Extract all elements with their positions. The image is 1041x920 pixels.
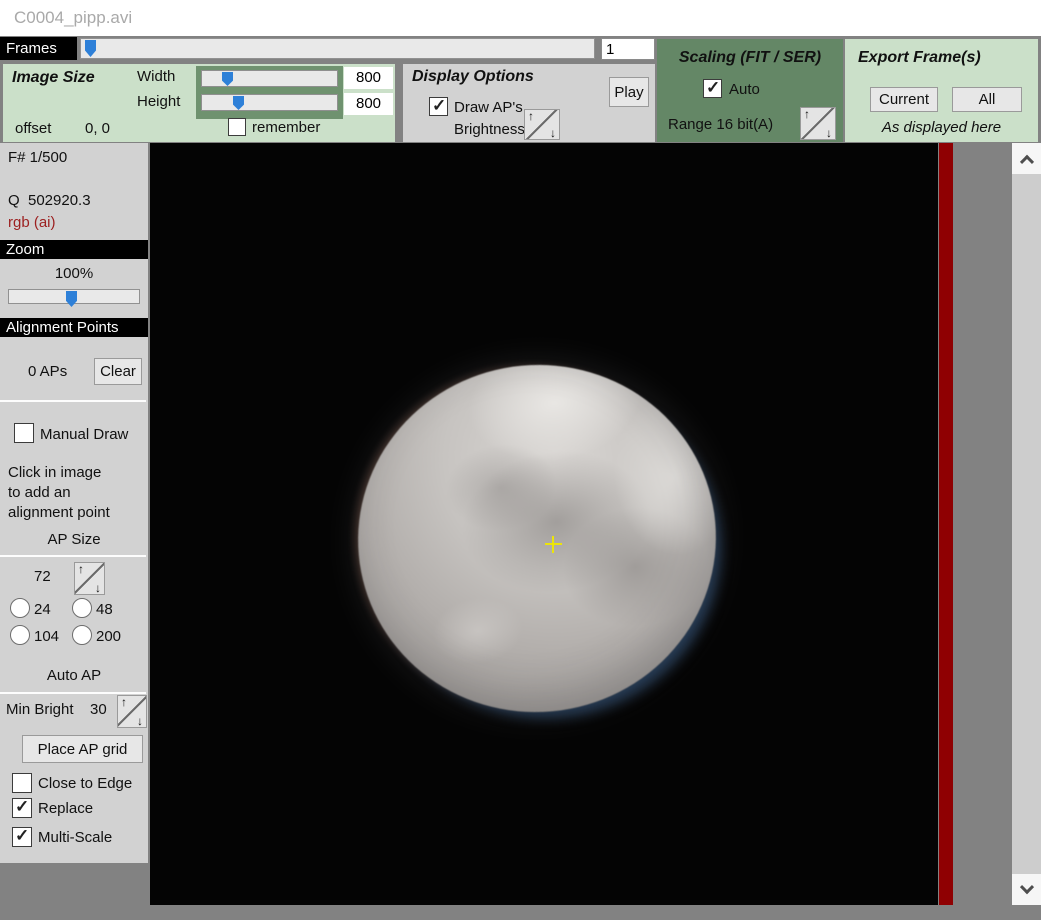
manual-draw-label: Manual Draw (40, 426, 128, 443)
offset-label: offset (15, 120, 51, 137)
brightness-spinner[interactable]: ↑ ↓ (524, 109, 560, 140)
hint-line-3: alignment point (8, 504, 110, 521)
crosshair-icon (552, 536, 554, 553)
ap-size-spinner[interactable]: ↑ ↓ (74, 562, 105, 595)
scroll-up-button[interactable] (1012, 143, 1041, 174)
vertical-scrollbar[interactable] (1012, 143, 1041, 905)
min-bright-value: 30 (90, 701, 107, 718)
sidebar: F# 1/500 Q 502920.3 rgb (ai) Zoom 100% A… (0, 143, 148, 863)
image-size-title: Image Size (12, 69, 95, 87)
size-slider-well (196, 66, 343, 119)
window-title: C0004_pipp.avi (14, 8, 132, 28)
spinner-up-icon[interactable]: ↑ (121, 695, 127, 709)
height-value[interactable]: 800 (344, 93, 393, 115)
frames-slider[interactable] (80, 38, 595, 59)
spinner-down-icon[interactable]: ↓ (826, 126, 832, 140)
divider (0, 555, 146, 557)
height-slider[interactable] (201, 94, 338, 111)
height-label: Height (137, 93, 180, 110)
multi-scale-label: Multi-Scale (38, 829, 112, 846)
zoom-slider[interactable] (8, 289, 140, 304)
ap-size-radio-24[interactable] (10, 598, 30, 618)
auto-checkbox[interactable] (703, 79, 722, 98)
zoom-section-header: Zoom (0, 240, 148, 259)
zoom-value: 100% (0, 265, 148, 282)
scaling-panel: Scaling (FIT / SER) Auto Range 16 bit(A)… (657, 39, 843, 142)
range-spinner[interactable]: ↑ ↓ (800, 107, 836, 140)
spinner-down-icon[interactable]: ↓ (550, 126, 556, 140)
width-slider[interactable] (201, 70, 338, 87)
frames-label: Frames (0, 37, 77, 60)
quality-label: Q 502920.3 (8, 192, 91, 209)
export-panel: Export Frame(s) Current All As displayed… (845, 39, 1038, 142)
chevron-up-icon (1019, 154, 1033, 168)
alignment-points-header: Alignment Points (0, 318, 148, 337)
width-value[interactable]: 800 (344, 67, 393, 89)
scroll-down-button[interactable] (1012, 874, 1041, 905)
display-options-panel: Display Options Play Draw AP's Brightnes… (403, 64, 655, 142)
color-mode-label: rgb (ai) (8, 214, 56, 231)
ap-count-label: 0 APs (28, 363, 67, 380)
auto-label: Auto (729, 81, 760, 98)
image-viewport[interactable] (150, 143, 938, 905)
range-label: Range 16 bit(A) (668, 116, 773, 133)
ap-size-radio-104-label: 104 (34, 628, 59, 645)
multi-scale-checkbox[interactable] (12, 827, 32, 847)
width-label: Width (137, 68, 175, 85)
close-to-edge-checkbox[interactable] (12, 773, 32, 793)
place-ap-grid-button[interactable]: Place AP grid (22, 735, 143, 763)
ap-size-value: 72 (34, 568, 51, 585)
chevron-down-icon (1019, 880, 1033, 894)
display-options-title: Display Options (412, 68, 534, 86)
remember-checkbox[interactable] (228, 118, 246, 136)
hint-line-2: to add an (8, 484, 71, 501)
export-all-button[interactable]: All (952, 87, 1022, 112)
ap-size-radio-24-label: 24 (34, 601, 51, 618)
moon-image (336, 342, 739, 735)
remember-label: remember (252, 119, 320, 136)
draw-aps-label: Draw AP's (454, 99, 523, 116)
spinner-down-icon[interactable]: ↓ (137, 714, 143, 728)
draw-aps-checkbox[interactable] (429, 97, 448, 116)
hint-line-1: Click in image (8, 464, 101, 481)
export-note: As displayed here (845, 119, 1038, 136)
spinner-up-icon[interactable]: ↑ (528, 109, 534, 123)
red-edge-stripe (939, 143, 953, 905)
ap-size-radio-48-label: 48 (96, 601, 113, 618)
auto-ap-label: Auto AP (0, 667, 148, 684)
min-bright-spinner[interactable]: ↑ ↓ (117, 695, 147, 728)
spinner-up-icon[interactable]: ↑ (78, 562, 84, 576)
export-current-button[interactable]: Current (870, 87, 938, 112)
ap-size-radio-104[interactable] (10, 625, 30, 645)
manual-draw-checkbox[interactable] (14, 423, 34, 443)
app-window: C0004_pipp.avi Frames Image Size Width H… (0, 0, 1041, 920)
frame-number-input[interactable] (601, 38, 655, 60)
spinner-up-icon[interactable]: ↑ (804, 107, 810, 121)
export-title: Export Frame(s) (858, 49, 981, 67)
spinner-down-icon[interactable]: ↓ (95, 581, 101, 595)
replace-label: Replace (38, 800, 93, 817)
f-number-label: F# 1/500 (8, 149, 67, 166)
zoom-slider-thumb[interactable] (66, 291, 77, 307)
horizontal-scrollbar[interactable] (150, 905, 1041, 920)
divider (0, 400, 146, 402)
frames-slider-thumb[interactable] (85, 40, 96, 57)
image-size-panel: Image Size Width Height 800 800 offset 0… (3, 64, 395, 142)
close-to-edge-label: Close to Edge (38, 775, 132, 792)
scaling-title: Scaling (FIT / SER) (657, 49, 843, 67)
clear-aps-button[interactable]: Clear (94, 358, 142, 385)
offset-value: 0, 0 (85, 120, 110, 137)
width-slider-thumb[interactable] (222, 72, 233, 86)
height-slider-thumb[interactable] (233, 96, 244, 110)
ap-size-label: AP Size (0, 531, 148, 548)
ap-size-radio-200-label: 200 (96, 628, 121, 645)
min-bright-label: Min Bright (6, 701, 74, 718)
play-button[interactable]: Play (609, 77, 649, 107)
title-bar: C0004_pipp.avi (0, 0, 1041, 36)
divider (0, 692, 146, 694)
ap-size-radio-200[interactable] (72, 625, 92, 645)
ap-size-radio-48[interactable] (72, 598, 92, 618)
replace-checkbox[interactable] (12, 798, 32, 818)
